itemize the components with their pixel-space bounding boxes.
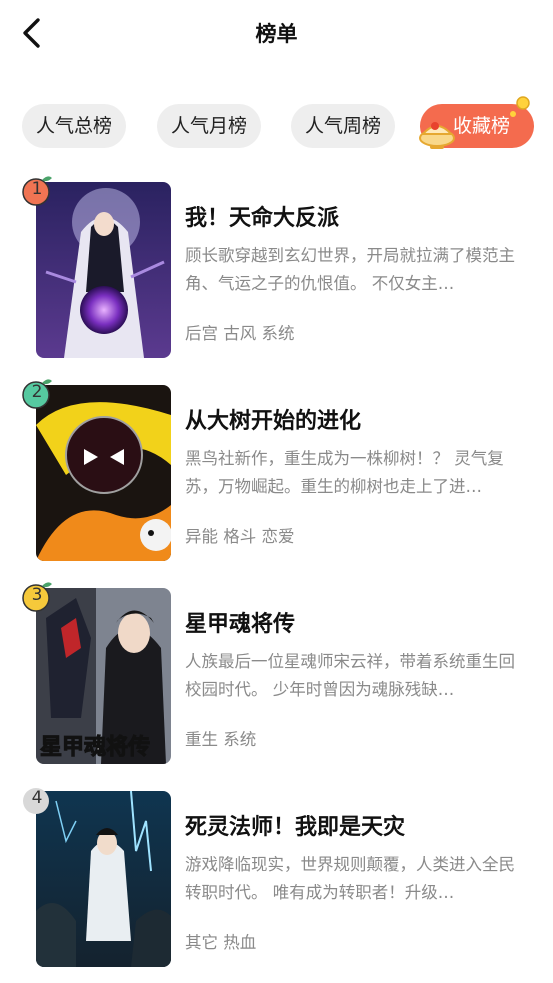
rank-badge: 4 bbox=[20, 781, 54, 817]
book-tags: 重生 系统 bbox=[185, 730, 257, 749]
book-cover[interactable] bbox=[36, 182, 171, 358]
book-description: 黑鸟社新作，重生成为一株柳树！？ 灵气复苏，万物崛起。重生的柳树也走上了进… bbox=[185, 449, 504, 496]
sparkle-decoration-icon bbox=[510, 96, 530, 117]
book-cover[interactable]: 星甲魂将传 bbox=[36, 588, 171, 764]
tab-popular-total[interactable]: 人气总榜 bbox=[22, 104, 126, 148]
book-description: 人族最后一位星魂师宋云祥，带着系统重生回校园时代。 少年时曾因为魂脉残缺… bbox=[185, 652, 515, 699]
tab-popular-weekly[interactable]: 人气周榜 bbox=[291, 104, 395, 148]
book-title[interactable]: 星甲魂将传 bbox=[185, 606, 295, 638]
book-title[interactable]: 我！天命大反派 bbox=[185, 200, 339, 232]
tab-popular-monthly[interactable]: 人气月榜 bbox=[157, 104, 261, 148]
rank-badge: 3 bbox=[20, 578, 54, 614]
rank-number: 4 bbox=[31, 788, 43, 808]
list-item[interactable]: 4 死灵法师！我即是天灾 游戏降临现实，世界规则颠覆，人类进入全民转职时代。 唯… bbox=[0, 781, 553, 971]
top-bar: 榜单 bbox=[0, 0, 553, 64]
book-cover[interactable] bbox=[36, 791, 171, 967]
list-item[interactable]: 1 我！天命大反派 顾长歌穿越到玄幻世界，开局就拉满了模范主角、气运之子的仇恨值… bbox=[0, 172, 553, 362]
rank-badge: 1 bbox=[20, 172, 54, 208]
rank-number: 2 bbox=[31, 382, 43, 402]
rank-badge: 2 bbox=[20, 375, 54, 411]
page-title: 榜单 bbox=[255, 22, 298, 46]
book-description: 顾长歌穿越到玄幻世界，开局就拉满了模范主角、气运之子的仇恨值。 不仅女主… bbox=[185, 246, 515, 293]
list-item[interactable]: 2 从大树开始的进化 黑鸟社新作，重生成为一株柳树！？ 灵气复苏，万物崛起。重生… bbox=[0, 375, 553, 565]
book-title[interactable]: 死灵法师！我即是天灾 bbox=[185, 809, 405, 841]
book-cover[interactable] bbox=[36, 385, 171, 561]
rank-number: 1 bbox=[31, 179, 43, 199]
book-description: 游戏降临现实，世界规则颠覆，人类进入全民转职时代。 唯有成为转职者！升级… bbox=[185, 855, 515, 902]
book-tags: 其它 热血 bbox=[185, 933, 257, 952]
bowl-decoration-icon bbox=[419, 122, 455, 149]
ranking-tabs: 人气总榜 人气月榜 人气周榜 收藏榜 bbox=[0, 94, 553, 154]
book-title[interactable]: 从大树开始的进化 bbox=[185, 403, 361, 435]
book-tags: 后宫 古风 系统 bbox=[185, 324, 295, 343]
book-tags: 异能 格斗 恋爱 bbox=[185, 527, 295, 546]
svg-text:星甲魂将传: 星甲魂将传 bbox=[40, 734, 150, 760]
rank-number: 3 bbox=[31, 585, 43, 605]
list-item[interactable]: 星甲魂将传 3 星甲魂将传 人族最后一位星魂师宋云祥，带着系统重生回校园时代。 … bbox=[0, 578, 553, 768]
